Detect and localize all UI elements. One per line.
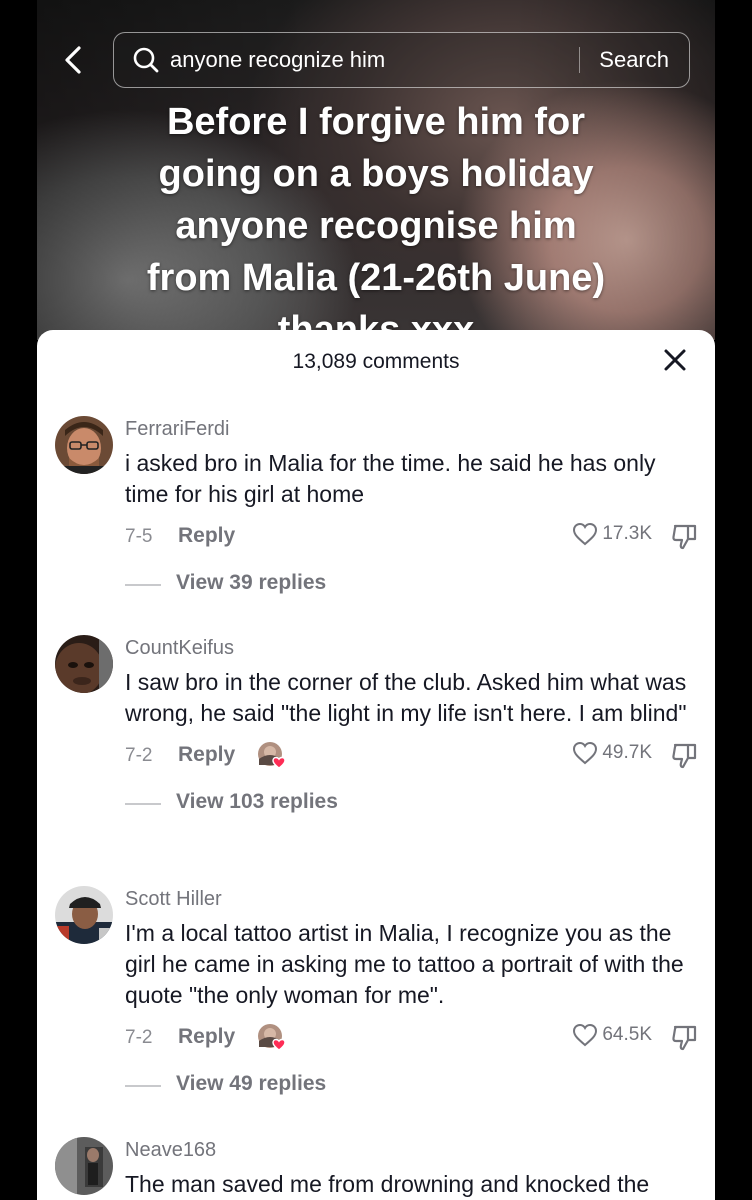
comments-count: 13,089 comments [292,350,460,373]
view-replies[interactable]: View 39 replies [125,564,700,604]
caption-line: Before I forgive him for [166,101,586,143]
avatar[interactable] [55,1137,113,1195]
search-bar[interactable]: anyone recognize him Search [113,32,690,88]
search-button[interactable]: Search [580,47,689,73]
avatar[interactable] [55,635,113,693]
chevron-left-icon [65,46,81,74]
reply-button[interactable]: Reply [178,524,235,548]
view-replies-label[interactable]: View 49 replies [176,1072,326,1096]
like-count: 49.7K [602,742,652,763]
app-frame: anyone recognize him Search Before I for… [37,0,715,1200]
view-replies[interactable]: View 103 replies [125,783,700,823]
comment-text: The man saved me from drowning and knock… [125,1171,650,1197]
comments-header: 13,089 comments [37,330,715,394]
comment-username[interactable]: FerrariFerdi [125,414,700,444]
heart-outline-icon [573,741,598,765]
avatar-man-glasses-icon [55,416,113,474]
reply-button[interactable]: Reply [178,743,235,767]
comments-sheet: 13,089 comments FerrariFerdi i asked bro… [37,330,715,1200]
like-button[interactable]: 64.5K [572,1023,652,1047]
creator-liked-icon [258,1024,286,1051]
caption-line: going on a boys holiday [158,153,594,195]
comment-date: 7-2 [125,745,153,766]
view-replies-label[interactable]: View 103 replies [176,790,338,814]
dislike-icon[interactable] [670,522,700,552]
avatar[interactable] [55,416,113,474]
like-button[interactable]: 17.3K [572,522,652,546]
replies-divider [125,803,161,805]
dislike-icon[interactable] [670,741,700,771]
comment-username[interactable]: Neave168 [125,1135,700,1165]
dislike-icon[interactable] [670,1023,700,1053]
comment-meta: 7-5 Reply 17.3K [125,518,700,558]
replies-divider [125,1085,161,1087]
comment-date: 7-2 [125,1027,153,1048]
caption-line: anyone recognise him [175,205,577,247]
comment-text: I'm a local tattoo artist in Malia, I re… [125,920,684,1008]
avatar-man-closeup-icon [55,635,113,693]
heart-outline-icon [573,522,598,546]
search-query[interactable]: anyone recognize him [170,47,579,73]
view-replies[interactable]: View 49 replies [125,1065,700,1105]
heart-outline-icon [573,1023,598,1047]
comment-username[interactable]: Scott Hiller [125,884,700,914]
like-count: 17.3K [602,523,652,544]
comment-text: i asked bro in Malia for the time. he sa… [125,450,656,507]
caption-line: from Malia (21-26th June) [146,257,606,299]
search-icon [132,46,160,74]
like-button[interactable]: 49.7K [572,741,652,765]
comment-username[interactable]: CountKeifus [125,633,700,663]
reply-button[interactable]: Reply [178,1025,235,1049]
avatar-man-hat-icon [55,886,113,944]
avatar[interactable] [55,886,113,944]
comment-text: I saw bro in the corner of the club. Ask… [125,669,687,726]
back-button[interactable] [57,42,89,78]
like-count: 64.5K [602,1024,652,1045]
view-replies-label[interactable]: View 39 replies [176,571,326,595]
video-caption-overlay: Before I forgive him for going on a boys… [37,96,715,356]
close-icon[interactable] [663,348,687,372]
comment-meta: 7-2 Reply 64.5K [125,1019,700,1059]
avatar-woman-mirror-icon [55,1137,113,1195]
replies-divider [125,584,161,586]
comment-date: 7-5 [125,526,153,547]
comment-meta: 7-2 Reply 49.7K [125,737,700,777]
creator-liked-icon [258,742,286,769]
